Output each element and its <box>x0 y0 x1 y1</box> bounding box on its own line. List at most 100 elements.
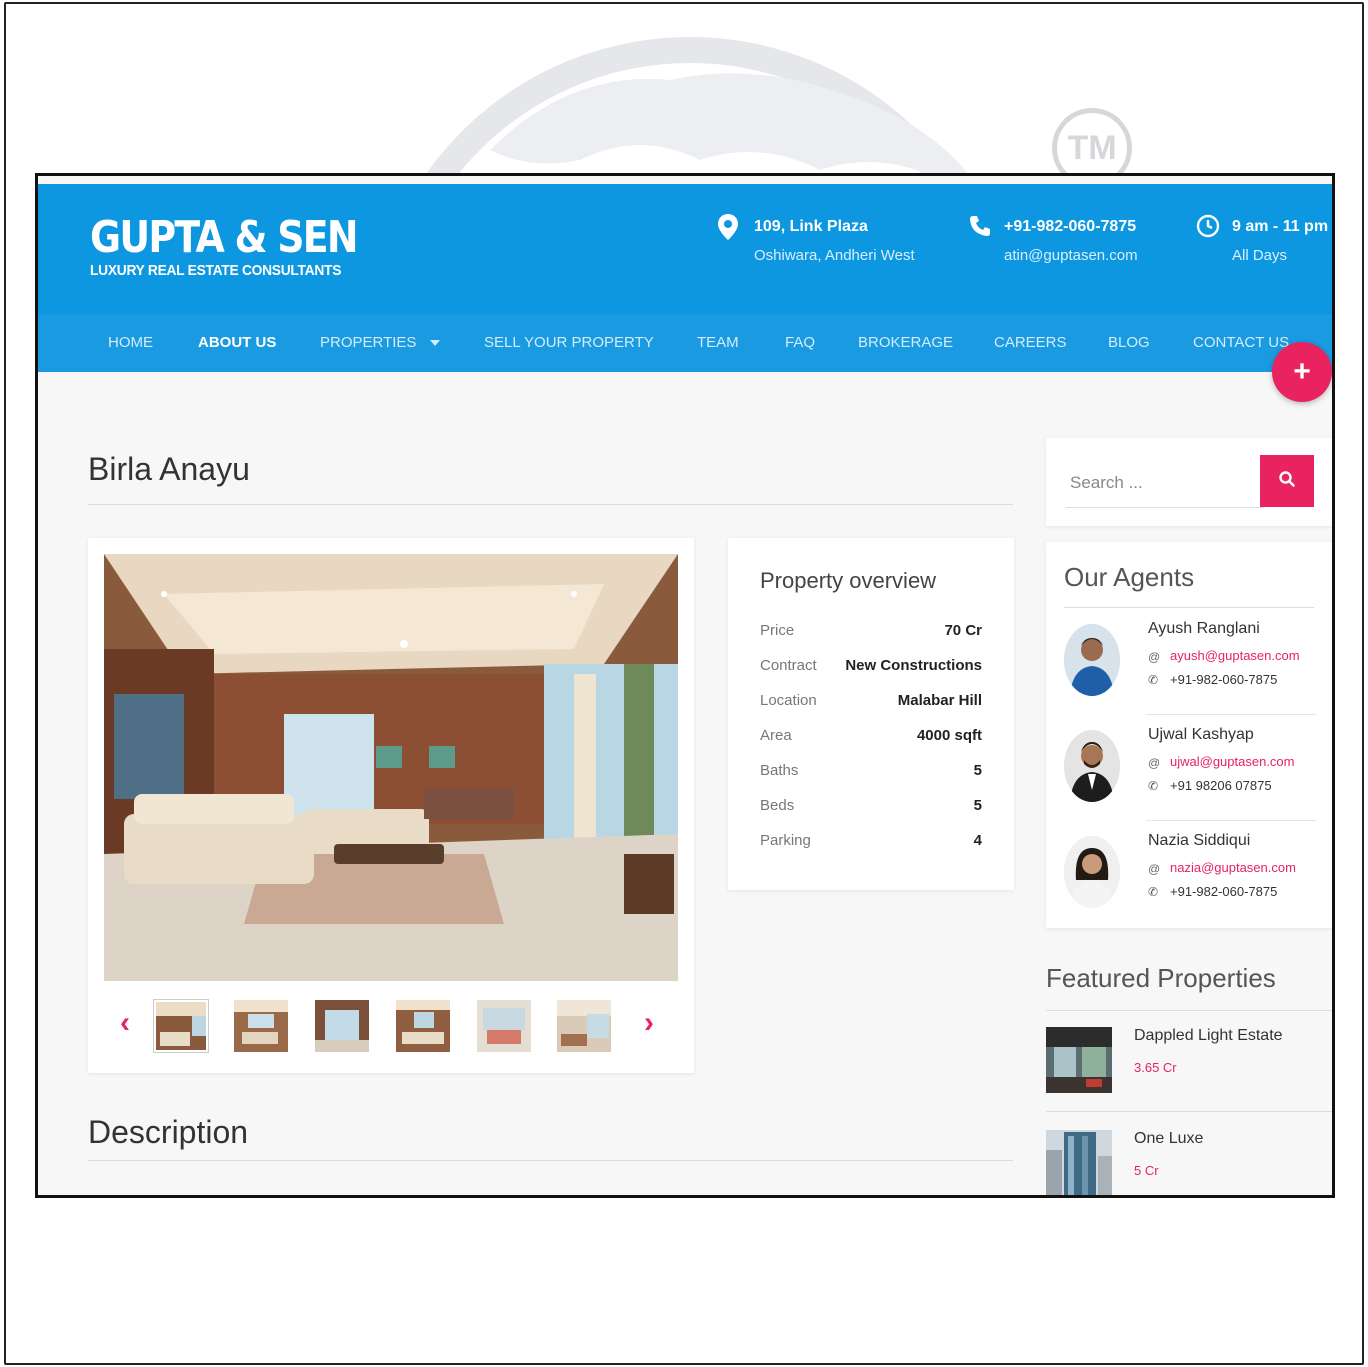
map-pin-icon <box>718 214 738 245</box>
agent-email[interactable]: ujwal@guptasen.com <box>1170 754 1294 769</box>
agent-avatar[interactable] <box>1064 836 1120 908</box>
header-phone[interactable]: +91-982-060-7875 <box>1004 218 1136 236</box>
main-property-photo[interactable] <box>104 554 678 981</box>
phone-icon: ✆ <box>1148 779 1159 793</box>
phone-icon: ✆ <box>1148 885 1159 899</box>
main-nav: HOME ABOUT US PROPERTIES SELL YOUR PROPE… <box>38 314 1332 372</box>
overview-label: Price <box>760 622 795 639</box>
nav-team[interactable]: TEAM <box>697 334 739 351</box>
featured-property[interactable]: Dappled Light Estate 3.65 Cr <box>1046 1011 1332 1103</box>
agent-name[interactable]: Ayush Ranglani <box>1148 620 1260 638</box>
thumbnail-2[interactable] <box>234 1000 288 1052</box>
divider <box>1046 1111 1332 1112</box>
agent-card: Ayush Ranglani @ ayush@guptasen.com ✆ +9… <box>1064 612 1320 712</box>
featured-property-photo[interactable] <box>1046 1027 1112 1093</box>
thumbnail-5[interactable] <box>477 1000 531 1052</box>
overview-row-contract: Contract New Constructions <box>760 657 982 674</box>
nav-brokerage[interactable]: BROKERAGE <box>858 334 953 351</box>
thumbnail-strip: ‹ › <box>104 996 678 1054</box>
brand-name: GUPTA & SEN <box>90 212 359 263</box>
header-bar: GUPTA & SEN LUXURY REAL ESTATE CONSULTAN… <box>38 184 1332 314</box>
agent-phone[interactable]: +91 98206 07875 <box>1170 778 1272 793</box>
overview-value: 4 <box>973 832 982 849</box>
featured-property-name[interactable]: Dappled Light Estate <box>1134 1027 1283 1045</box>
featured-property-price: 5 Cr <box>1134 1163 1159 1178</box>
agent-email[interactable]: nazia@guptasen.com <box>1170 860 1296 875</box>
agents-widget: Our Agents Ayush Ranglani @ ayush@guptas… <box>1046 542 1332 928</box>
nav-contact-us[interactable]: CONTACT US <box>1193 334 1289 351</box>
address-line-1: 109, Link Plaza <box>754 218 868 235</box>
overview-row-location: Location Malabar Hill <box>760 692 982 709</box>
globe-watermark <box>340 30 1040 180</box>
opening-hours: 9 am - 11 pm <box>1232 218 1329 235</box>
overview-title: Property overview <box>760 568 937 593</box>
agent-card: Ujwal Kashyap @ ujwal@guptasen.com ✆ +91… <box>1064 718 1320 818</box>
overview-label: Baths <box>760 762 799 779</box>
agent-name[interactable]: Nazia Siddiqui <box>1148 832 1250 850</box>
agent-name[interactable]: Ujwal Kashyap <box>1148 726 1254 744</box>
phone-icon: ✆ <box>1148 673 1159 687</box>
featured-property-price: 3.65 Cr <box>1134 1060 1177 1075</box>
thumbnail-3[interactable] <box>315 1000 369 1052</box>
property-gallery: ‹ › <box>88 538 694 1073</box>
nav-blog[interactable]: BLOG <box>1108 334 1150 351</box>
nav-faq[interactable]: FAQ <box>785 334 815 351</box>
featured-title: Featured Properties <box>1046 963 1276 993</box>
at-sign-icon: @ <box>1148 756 1161 770</box>
chevron-left-icon[interactable]: ‹ <box>120 1006 130 1040</box>
at-sign-icon: @ <box>1148 650 1161 664</box>
featured-property-photo[interactable] <box>1046 1130 1112 1195</box>
thumbnail-6[interactable] <box>557 1000 611 1052</box>
overview-value: Malabar Hill <box>897 692 982 709</box>
overview-row-baths: Baths 5 <box>760 762 982 779</box>
overview-label: Contract <box>760 657 817 674</box>
divider <box>88 504 1013 505</box>
nav-home[interactable]: HOME <box>108 334 153 351</box>
page-title: Birla Anayu <box>88 451 250 487</box>
overview-value: 5 <box>973 797 982 814</box>
nav-properties[interactable]: PROPERTIES <box>320 334 441 351</box>
overview-label: Area <box>760 727 792 744</box>
overview-value: 4000 sqft <box>916 727 982 744</box>
nav-about-us[interactable]: ABOUT US <box>198 334 276 351</box>
nav-properties-label: PROPERTIES <box>320 334 417 351</box>
nav-sell-your-property[interactable]: SELL YOUR PROPERTY <box>484 334 654 351</box>
chevron-right-icon[interactable]: › <box>644 1006 654 1040</box>
overview-value: 70 Cr <box>944 622 982 639</box>
agent-card: Nazia Siddiqui @ nazia@guptasen.com ✆ +9… <box>1064 824 1320 924</box>
overview-label: Beds <box>760 797 795 814</box>
browser-screenshot: GUPTA & SEN LUXURY REAL ESTATE CONSULTAN… <box>35 173 1335 1198</box>
floating-add-button[interactable]: + <box>1272 342 1332 402</box>
nav-careers[interactable]: CAREERS <box>994 334 1067 351</box>
agent-avatar[interactable] <box>1064 730 1120 802</box>
overview-label: Parking <box>760 832 811 849</box>
address-line-2: Oshiwara, Andheri West <box>754 247 915 264</box>
divider <box>1064 607 1314 608</box>
search-icon <box>1278 470 1296 493</box>
divider <box>1146 820 1316 821</box>
divider <box>88 1160 1013 1161</box>
agent-email[interactable]: ayush@guptasen.com <box>1170 648 1300 663</box>
opening-days: All Days <box>1232 247 1288 264</box>
featured-property[interactable]: One Luxe 5 Cr <box>1046 1114 1332 1195</box>
overview-row-parking: Parking 4 <box>760 832 982 849</box>
divider <box>1146 714 1316 715</box>
description-title: Description <box>88 1114 249 1150</box>
overview-value: New Constructions <box>845 657 982 674</box>
overview-value: 5 <box>973 762 982 779</box>
agent-phone[interactable]: +91-982-060-7875 <box>1170 672 1277 687</box>
agent-phone[interactable]: +91-982-060-7875 <box>1170 884 1277 899</box>
overview-row-area: Area 4000 sqft <box>760 727 982 744</box>
search-input[interactable] <box>1066 458 1264 508</box>
overview-row-beds: Beds 5 <box>760 797 982 814</box>
agent-avatar[interactable] <box>1064 624 1120 696</box>
thumbnail-1[interactable] <box>154 1000 208 1052</box>
property-overview: Property overview Price 70 Cr Contract New… <box>728 538 1014 890</box>
at-sign-icon: @ <box>1148 862 1161 876</box>
featured-property-name[interactable]: One Luxe <box>1134 1130 1203 1148</box>
clock-icon <box>1196 214 1220 243</box>
thumbnail-4[interactable] <box>396 1000 450 1052</box>
header-email[interactable]: atin@guptasen.com <box>1004 247 1138 264</box>
search-button[interactable] <box>1260 455 1314 507</box>
brand-logo[interactable]: GUPTA & SEN LUXURY REAL ESTATE CONSULTAN… <box>90 212 400 280</box>
